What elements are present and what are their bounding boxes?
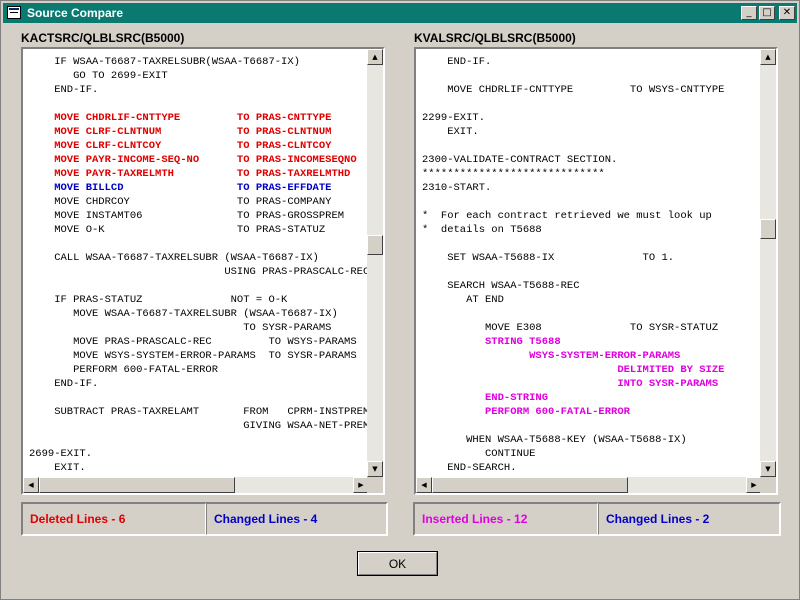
code-line: AT END [422, 294, 504, 306]
code-line: USING PRAS-PRASCALC-REC [29, 266, 369, 278]
right-vertical-scrollbar[interactable]: ▲ ▼ [760, 49, 776, 477]
code-line: END-IF. [29, 378, 99, 390]
right-horizontal-scrollbar[interactable]: ◀ ▶ [416, 477, 762, 493]
close-button[interactable]: ✕ [779, 6, 795, 20]
scroll-down-icon[interactable]: ▼ [760, 461, 776, 477]
code-line: END-STRING [422, 392, 549, 404]
left-status-bar: Deleted Lines - 6 Changed Lines - 4 [21, 502, 388, 536]
right-status-bar: Inserted Lines - 12 Changed Lines - 2 [413, 502, 781, 536]
code-line: 2310-START. [422, 182, 492, 194]
code-line: WHEN WSAA-T5688-KEY (WSAA-T5688-IX) [422, 434, 687, 446]
right-code-view[interactable]: END-IF. MOVE CHDRLIF-CNTTYPE TO WSYS-CNT… [416, 49, 762, 477]
code-line: DELIMITED BY SIZE [422, 364, 725, 376]
code-line: IF WSAA-T6687-TAXRELSUBR(WSAA-T6687-IX) [29, 56, 300, 68]
code-line: MOVE CHDRCOY TO PRAS-COMPANY [29, 196, 332, 208]
code-line: 2300-VALIDATE-CONTRACT SECTION. [422, 154, 618, 166]
code-line: WSYS-SYSTEM-ERROR-PARAMS [422, 350, 681, 362]
code-line: CONTINUE [422, 448, 536, 460]
scroll-up-icon[interactable]: ▲ [367, 49, 383, 65]
scroll-left-icon[interactable]: ◀ [23, 477, 39, 493]
code-line: SET WSAA-T5688-IX TO 1. [422, 252, 675, 264]
left-scroll-corner [367, 477, 383, 493]
code-line: MOVE WSYS-SYSTEM-ERROR-PARAMS TO SYSR-PA… [29, 350, 357, 362]
window-list-icon[interactable] [7, 6, 21, 19]
code-line: MOVE CHDRLIF-CNTTYPE TO PRAS-CNTTYPE [29, 112, 332, 124]
left-horizontal-scroll-thumb[interactable] [39, 477, 235, 493]
code-line: STRING T5688 [422, 336, 561, 348]
scroll-left-icon[interactable]: ◀ [416, 477, 432, 493]
code-line: MOVE PAYR-TAXRELMTH TO PRAS-TAXRELMTHD [29, 168, 351, 180]
code-line: MOVE PAYR-INCOME-SEQ-NO TO PRAS-INCOMESE… [29, 154, 357, 166]
code-line: PERFORM 600-FATAL-ERROR [422, 406, 630, 418]
code-line: INTO SYSR-PARAMS [422, 378, 719, 390]
left-panel-title: KACTSRC/QLBLSRC(B5000) [21, 31, 185, 45]
source-compare-window: Source Compare _ □ ✕ KACTSRC/QLBLSRC(B50… [0, 0, 800, 600]
title-bar[interactable]: Source Compare _ □ ✕ [3, 3, 797, 23]
code-line: MOVE CLRF-CLNTNUM TO PRAS-CLNTNUM [29, 126, 332, 138]
code-line: SUBTRACT PRAS-TAXRELAMT FROM CPRM-INSTPR… [29, 406, 369, 418]
code-line: 2299-EXIT. [422, 112, 486, 124]
left-vertical-scrollbar[interactable]: ▲ ▼ [367, 49, 383, 477]
left-vertical-scroll-thumb[interactable] [367, 235, 383, 255]
maximize-button[interactable]: □ [759, 6, 775, 20]
code-line: EXIT. [422, 126, 479, 138]
minimize-button[interactable]: _ [741, 6, 757, 20]
window-title: Source Compare [27, 6, 124, 20]
right-vertical-scroll-thumb[interactable] [760, 219, 776, 239]
code-line: GO TO 2699-EXIT [29, 70, 168, 82]
code-line: 2699-EXIT. [29, 448, 93, 460]
right-changed-lines-count: Changed Lines - 2 [598, 503, 780, 535]
code-line: MOVE WSAA-T6687-TAXRELSUBR (WSAA-T6687-I… [29, 308, 338, 320]
code-line: MOVE BILLCD TO PRAS-EFFDATE [29, 182, 332, 194]
code-line: TO SYSR-PARAMS [29, 322, 332, 334]
code-line: IF PRAS-STATUZ NOT = O-K [29, 294, 288, 306]
code-line: ***************************** [422, 168, 605, 180]
code-line: PERFORM 600-FATAL-ERROR [29, 364, 219, 376]
inserted-lines-count: Inserted Lines - 12 [414, 503, 598, 535]
left-horizontal-scrollbar[interactable]: ◀ ▶ [23, 477, 369, 493]
right-source-pane[interactable]: END-IF. MOVE CHDRLIF-CNTTYPE TO WSYS-CNT… [414, 47, 778, 495]
code-line: END-SEARCH. [422, 462, 517, 474]
left-code-view[interactable]: IF WSAA-T6687-TAXRELSUBR(WSAA-T6687-IX) … [23, 49, 369, 477]
scroll-down-icon[interactable]: ▼ [367, 461, 383, 477]
code-line: MOVE E308 TO SYSR-STATUZ [422, 322, 719, 334]
left-changed-lines-count: Changed Lines - 4 [206, 503, 387, 535]
code-line: EXIT. [29, 462, 86, 474]
code-line: GIVING WSAA-NET-PREM [29, 420, 369, 432]
code-line: END-IF. [422, 56, 492, 68]
right-scroll-corner [760, 477, 776, 493]
scroll-up-icon[interactable]: ▲ [760, 49, 776, 65]
code-line: MOVE CHDRLIF-CNTTYPE TO WSYS-CNTTYPE [422, 84, 725, 96]
right-panel-title: KVALSRC/QLBLSRC(B5000) [414, 31, 576, 45]
code-line: MOVE PRAS-PRASCALC-REC TO WSYS-PARAMS [29, 336, 357, 348]
right-horizontal-scroll-thumb[interactable] [432, 477, 628, 493]
code-line: * For each contract retrieved we must lo… [422, 210, 712, 222]
code-line: MOVE O-K TO PRAS-STATUZ [29, 224, 326, 236]
deleted-lines-count: Deleted Lines - 6 [22, 503, 206, 535]
code-line: SEARCH WSAA-T5688-REC [422, 280, 580, 292]
code-line: CALL WSAA-T6687-TAXRELSUBR (WSAA-T6687-I… [29, 252, 319, 264]
code-line: MOVE CLRF-CLNTCOY TO PRAS-CLNTCOY [29, 140, 332, 152]
code-line: END-IF. [29, 84, 99, 96]
code-line: * details on T5688 [422, 224, 542, 236]
left-source-pane[interactable]: IF WSAA-T6687-TAXRELSUBR(WSAA-T6687-IX) … [21, 47, 385, 495]
code-line: MOVE INSTAMT06 TO PRAS-GROSSPREM [29, 210, 345, 222]
ok-button[interactable]: OK [357, 551, 438, 576]
